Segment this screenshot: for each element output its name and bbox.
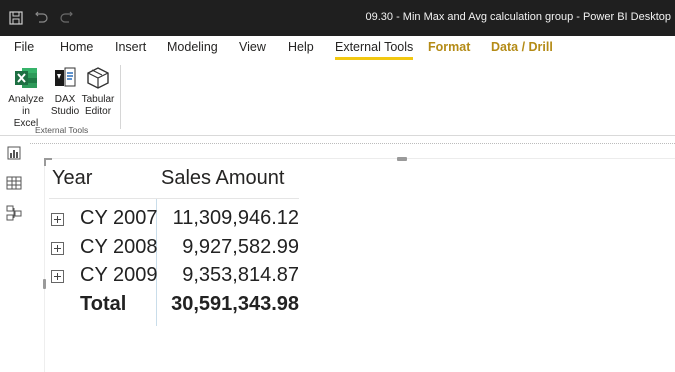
row-value: 9,353,814.87 [182, 264, 299, 286]
view-switcher [0, 136, 30, 371]
window-title: 09.30 - Min Max and Avg calculation grou… [365, 11, 671, 23]
visual-resize-handle-top[interactable] [397, 157, 407, 161]
tabular-editor-button[interactable]: Tabular Editor [80, 65, 116, 118]
total-label: Total [80, 293, 127, 315]
analyze-in-excel-button[interactable]: Analyze in Excel [3, 65, 49, 130]
row-value: 11,309,946.12 [172, 207, 299, 229]
title-bar: 09.30 - Min Max and Avg calculation grou… [0, 0, 675, 36]
undo-icon[interactable] [34, 10, 50, 26]
tabular-editor-label: Tabular Editor [81, 94, 115, 117]
tab-help[interactable]: Help [288, 40, 314, 54]
dax-studio-button[interactable]: DAX Studio [50, 65, 80, 118]
ribbon-group-separator [120, 65, 121, 129]
row-label: CY 2009 [80, 264, 158, 286]
expand-icon[interactable] [51, 213, 64, 226]
tab-view[interactable]: View [239, 40, 266, 54]
tab-external-tools[interactable]: External Tools [335, 40, 414, 60]
tab-data-drill[interactable]: Data / Drill [491, 40, 553, 54]
tab-modeling[interactable]: Modeling [167, 40, 218, 54]
report-view-icon[interactable] [5, 144, 23, 162]
tab-insert[interactable]: Insert [115, 40, 146, 54]
redo-icon[interactable] [58, 10, 74, 26]
save-icon[interactable] [8, 10, 24, 26]
row-header-year[interactable]: Year [52, 167, 92, 190]
visual-corner-handle[interactable] [44, 158, 52, 166]
ribbon-panel: Analyze in Excel DAX Studio Tabular Edit… [0, 61, 675, 136]
matrix-visual[interactable]: Year Sales Amount CY 2007 11,309,946.12 … [43, 157, 675, 372]
row-value: 9,927,582.99 [182, 236, 299, 258]
row-label: CY 2008 [80, 236, 158, 258]
ribbon-tabs: File Home Insert Modeling View Help Exte… [0, 36, 675, 61]
ribbon-group-label: External Tools [35, 125, 89, 135]
visual-resize-handle-left[interactable] [43, 279, 46, 289]
excel-icon [15, 68, 37, 88]
dax-studio-icon [55, 67, 76, 87]
tab-file[interactable]: File [14, 40, 34, 54]
tab-home[interactable]: Home [60, 40, 93, 54]
data-view-icon[interactable] [5, 174, 23, 192]
tabular-editor-icon [87, 67, 109, 89]
row-label: CY 2007 [80, 207, 158, 229]
dax-studio-label: DAX Studio [50, 94, 80, 117]
tab-format[interactable]: Format [428, 40, 470, 54]
column-header-sales-amount[interactable]: Sales Amount [161, 167, 284, 190]
total-value: 30,591,343.98 [171, 293, 299, 315]
table-row[interactable]: CY 2007 11,309,946.12 [49, 206, 299, 234]
header-divider [49, 198, 299, 199]
total-row: Total 30,591,343.98 [49, 292, 299, 320]
model-view-icon[interactable] [5, 204, 23, 222]
table-row[interactable]: CY 2009 9,353,814.87 [49, 263, 299, 291]
expand-icon[interactable] [51, 242, 64, 255]
expand-icon[interactable] [51, 270, 64, 283]
report-canvas[interactable]: Year Sales Amount CY 2007 11,309,946.12 … [30, 150, 675, 372]
ribbon-divider [0, 143, 675, 144]
table-row[interactable]: CY 2008 9,927,582.99 [49, 235, 299, 263]
